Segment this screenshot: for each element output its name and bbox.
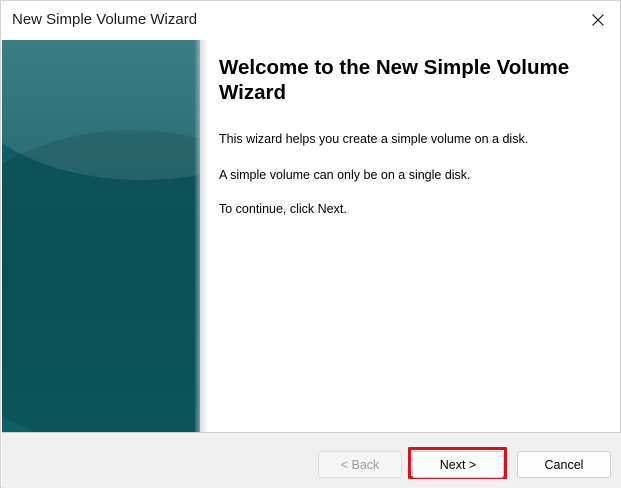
cancel-button[interactable]: Cancel bbox=[517, 451, 611, 478]
wizard-footer: < Back Next > Cancel bbox=[2, 433, 621, 488]
wizard-content: Welcome to the New Simple Volume Wizard … bbox=[219, 55, 609, 216]
title-bar: New Simple Volume Wizard bbox=[1, 1, 620, 40]
next-button[interactable]: Next > bbox=[412, 451, 504, 478]
continue-text: To continue, click Next. bbox=[219, 202, 347, 216]
info-text: A simple volume can only be on a single … bbox=[219, 168, 471, 182]
wizard-window: New Simple Volume Wizard Welcome to the … bbox=[0, 0, 621, 488]
intro-text: This wizard helps you create a simple vo… bbox=[219, 132, 529, 146]
banner-shade-shape bbox=[2, 130, 200, 432]
window-title: New Simple Volume Wizard bbox=[12, 11, 198, 28]
close-button[interactable] bbox=[576, 1, 620, 39]
close-icon bbox=[592, 14, 604, 26]
wizard-side-banner bbox=[2, 40, 200, 432]
back-button[interactable]: < Back bbox=[318, 451, 402, 478]
wizard-heading: Welcome to the New Simple Volume Wizard bbox=[219, 56, 570, 104]
banner-shadow bbox=[200, 40, 208, 432]
